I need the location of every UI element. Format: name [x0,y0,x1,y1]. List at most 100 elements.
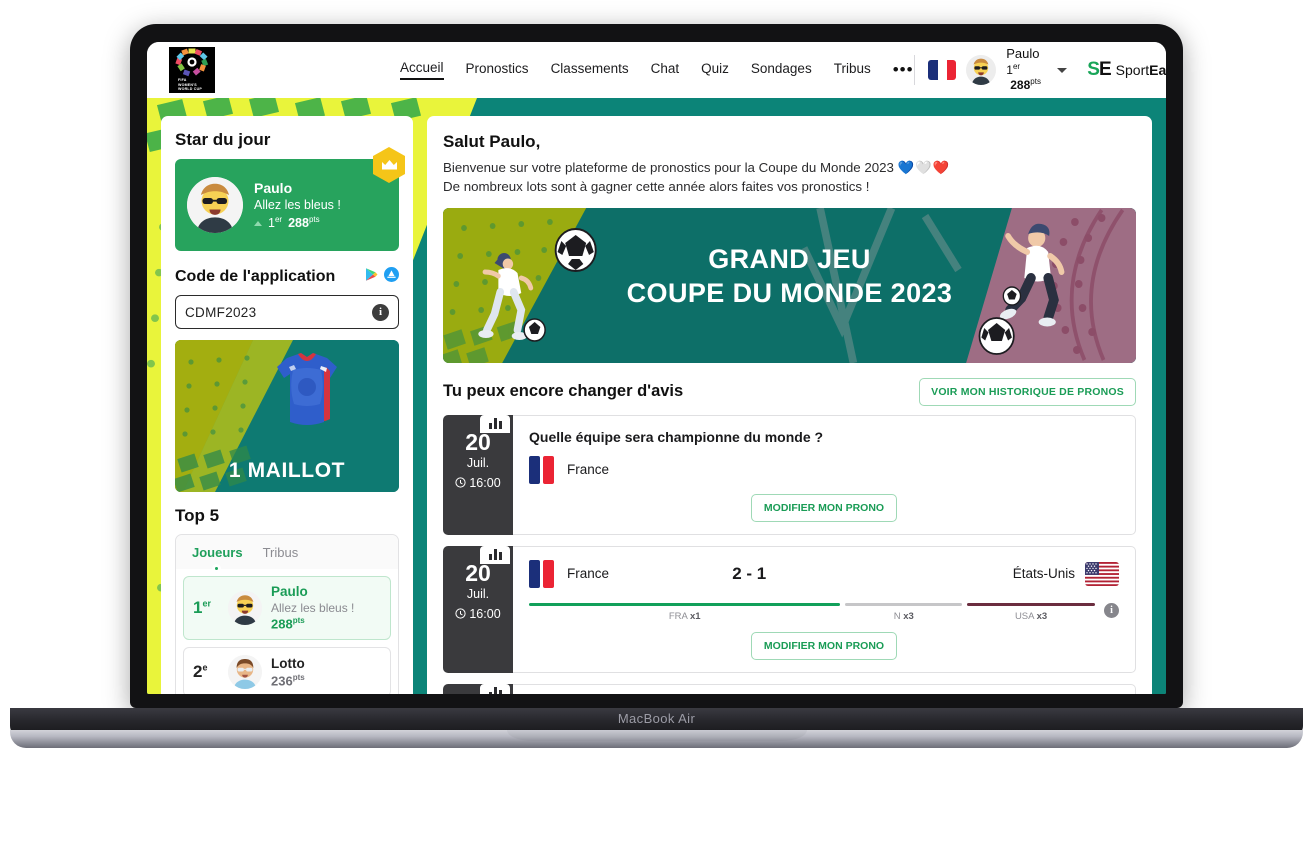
odds-bar-fra [529,602,841,606]
avatar[interactable] [966,55,997,85]
greeting: Salut Paulo, [443,132,541,151]
header-user-meta[interactable]: Paulo 1er 288pts [1006,46,1041,94]
nav-item-tribus[interactable]: Tribus [834,61,871,79]
ranking-list: 1er Paulo Allez les bleus ! 288pts 2e Lo… [176,569,398,694]
tab-tribus[interactable]: Tribus [263,545,299,560]
clock-icon [455,608,466,619]
google-play-icon[interactable] [364,267,379,287]
app-code-field[interactable]: CDMF2023 i [175,295,399,329]
rank-position-2: 2e [193,662,208,682]
odds-segment-n[interactable]: N x3 [845,602,963,622]
prediction-answer-1: France [529,455,1119,484]
prize-label: 1 MAILLOT [228,459,346,482]
banner-text: GRAND JEU COUPE DU MONDE 2023 [443,242,1136,311]
star-points-value: 288 [288,216,309,231]
fifa-world-cup-logo-icon[interactable]: FIFA WOMEN'S WORLD CUP [169,47,215,93]
header-points-unit: pts [1030,77,1041,87]
star-motto: Allez les bleus ! [254,197,341,212]
rank-points-2: 236pts [271,672,305,688]
header-user-rank: 1er 288pts [1006,62,1041,94]
top5-box: Joueurs Tribus 1er Paulo Allez les bleus… [175,534,399,694]
odds-info-icon[interactable]: i [1104,602,1119,618]
crown-icon [373,147,405,183]
star-info: Paulo Allez les bleus ! 1er 288pts [254,179,341,232]
away-team-name: États-Unis [1012,566,1075,582]
prize-card[interactable]: 1 MAILLOT [175,340,399,492]
ranking-row-1[interactable]: 1er Paulo Allez les bleus ! 288pts [183,576,391,641]
france-flag-icon [529,559,557,588]
rank-position-1: 1er [193,598,211,618]
header-user-area: Paulo 1er 288pts SE SportEasy [913,46,1166,94]
modify-prediction-button-1[interactable]: MODIFIER MON PRONO [750,493,898,522]
rank-name-1: Paulo [271,584,308,599]
top5-tabs: Joueurs Tribus [176,535,398,573]
history-button[interactable]: VOIR MON HISTORIQUE DE PRONOS [919,377,1136,406]
odds-label-fra: FRA x1 [668,610,701,622]
nav-more-icon[interactable]: ••• [893,61,914,78]
modify-prediction-button-2[interactable]: MODIFIER MON PRONO [750,631,898,660]
chevron-down-icon[interactable] [1057,67,1068,73]
prediction-card-3: 20 Juil. À quel stade de la compétition … [443,683,1136,694]
match-row: France 2 - 1 États-Unis [529,559,1119,588]
app-code-header: Code de l'application [175,267,399,287]
ranking-row-2[interactable]: 2e Lotto 236pts [183,647,391,694]
nav-item-quiz[interactable]: Quiz [701,61,729,79]
section-header: Tu peux encore changer d'avis VOIR MON H… [443,377,1136,406]
device-label: MacBook Air [617,711,696,726]
rank-motto-1: Allez les bleus ! [271,600,355,615]
hearts-icon: 💙🤍❤️ [897,160,951,175]
stats-chart-icon-3[interactable] [480,683,510,694]
store-icons [364,267,399,287]
nav-item-accueil[interactable]: Accueil [400,60,444,80]
prediction-question-1: Quelle équipe sera championne du monde ? [529,428,824,445]
date-month-2: Juil. [466,586,490,601]
star-of-the-day-card[interactable]: Paulo Allez les bleus ! 1er 288pts [175,147,405,251]
laptop-mockup: FIFA WOMEN'S WORLD CUP Accueil Pronostics … [10,24,1303,748]
star-name: Paulo [254,179,293,196]
banner-line-2: COUPE DU MONDE 2023 [626,278,953,309]
welcome-text: Bienvenue sur votre plateforme de pronos… [443,158,1136,197]
welcome-line-1: Bienvenue sur votre plateforme de pronos… [443,160,894,175]
app-store-icon[interactable] [384,267,399,287]
odds-bar-n [845,602,963,606]
info-icon[interactable]: i [372,303,389,321]
nav-item-sondages[interactable]: Sondages [751,61,812,79]
welcome-line-2: De nombreux lots sont à gagner cette ann… [443,179,870,195]
star-rank-suffix: er [274,215,283,225]
banner-line-1: GRAND JEU [708,243,871,274]
prediction-body-2: France 2 - 1 États-Unis FRA x1 N x3 USA … [513,545,1136,673]
date-day-2: 20 [465,559,491,586]
promo-banner[interactable]: GRAND JEU COUPE DU MONDE 2023 [443,207,1136,363]
away-team: États-Unis [1012,561,1119,586]
home-team: France [529,559,610,588]
stats-chart-icon-2[interactable] [480,545,510,564]
odds-segment-usa[interactable]: USA x3 [967,602,1095,622]
date-time-1: 16:00 [443,476,513,490]
header-rank-suffix: er [1012,61,1021,71]
header-rank-value: 1 [1006,62,1013,77]
laptop-lid: FIFA WOMEN'S WORLD CUP Accueil Pronostics … [130,24,1183,708]
odds-segment-fra[interactable]: FRA x1 [529,602,841,622]
rank-meta-1: Paulo Allez les bleus ! 288pts [271,584,354,632]
sporteasy-logo[interactable]: SE SportEasy [1087,59,1166,81]
date-block-1: 20 Juil. 16:00 [443,414,513,535]
nav-item-pronostics[interactable]: Pronostics [466,61,529,79]
tab-joueurs[interactable]: Joueurs [192,545,243,560]
nav-item-chat[interactable]: Chat [651,61,680,79]
odds-label-n: N x3 [893,610,914,622]
app-header: FIFA WOMEN'S WORLD CUP Accueil Pronostics … [147,42,1166,98]
date-day-1: 20 [465,428,491,455]
rank-avatar-2 [228,655,262,690]
laptop-notch [506,730,807,741]
answer-team-name-1: France [567,462,610,478]
date-month-1: Juil. [466,455,490,470]
laptop-screen: FIFA WOMEN'S WORLD CUP Accueil Pronostics … [147,42,1166,694]
nav-item-classements[interactable]: Classements [551,61,629,79]
app-code-title: Code de l'application [175,268,336,285]
page-body: Star du jour Paulo Allez les bleus ! 1er… [147,98,1166,694]
section-title: Tu peux encore changer d'avis [443,382,684,401]
app-code-value: CDMF2023 [185,304,257,320]
stats-chart-icon-1[interactable] [480,414,510,433]
time-value-2: 16:00 [469,606,501,621]
home-team-name: France [567,566,610,582]
